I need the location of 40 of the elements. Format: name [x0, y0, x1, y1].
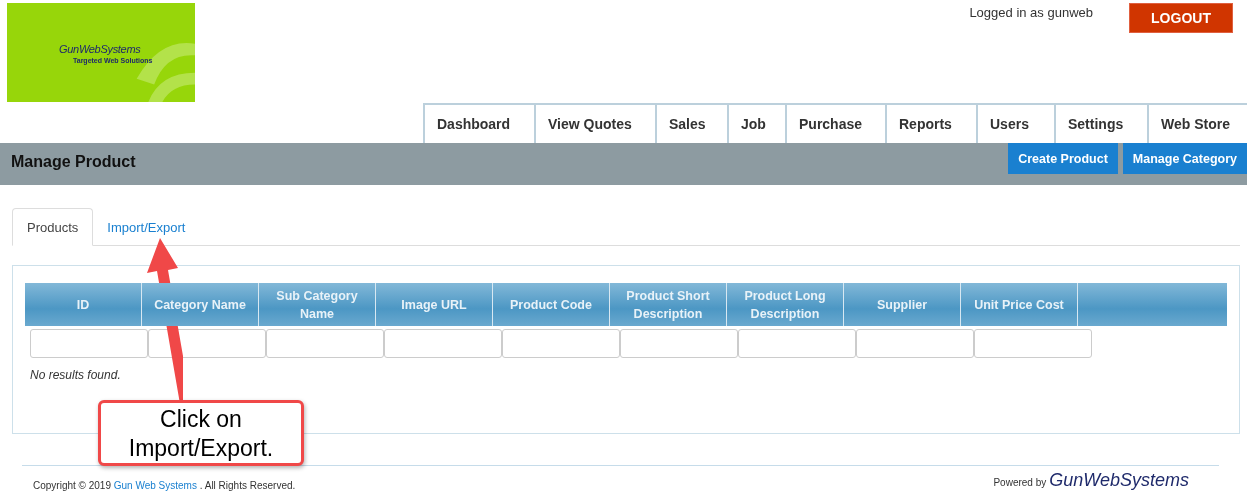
empty-message: No results found. — [30, 368, 122, 382]
column-header[interactable]: Unit Price Cost — [961, 283, 1078, 326]
filter-field[interactable] — [148, 329, 266, 358]
filter-field[interactable] — [974, 329, 1092, 358]
column-header[interactable]: ID — [25, 283, 142, 326]
filter-field[interactable] — [620, 329, 738, 358]
nav-tab[interactable]: Dashboard — [423, 103, 534, 143]
filter-field[interactable] — [502, 329, 620, 358]
logo-name: GunWebSystems — [59, 43, 141, 55]
column-header[interactable]: Product Long Description — [727, 283, 844, 326]
callout-box: Click on Import/Export. — [98, 400, 304, 466]
tab[interactable]: Import/Export — [93, 209, 200, 245]
login-status: Logged in as gunweb — [969, 5, 1093, 20]
nav-tab[interactable]: Reports — [885, 103, 976, 143]
nav-tab[interactable]: Sales — [655, 103, 727, 143]
column-header[interactable]: Supplier — [844, 283, 961, 326]
filter-field[interactable] — [384, 329, 502, 358]
filter-field[interactable] — [30, 329, 148, 358]
nav-tab[interactable]: Purchase — [785, 103, 885, 143]
action-button[interactable]: Manage Category — [1122, 143, 1247, 174]
filter-field[interactable] — [738, 329, 856, 358]
tab[interactable]: Products — [12, 208, 94, 246]
powered-logo: GunWebSystems — [1049, 469, 1189, 491]
nav-tab[interactable]: View Quotes — [534, 103, 655, 143]
page-title: Manage Product — [11, 153, 136, 171]
column-header[interactable]: Product Code — [493, 283, 610, 326]
filter-field[interactable] — [266, 329, 384, 358]
column-header[interactable]: Image URL — [376, 283, 493, 326]
column-header[interactable]: Sub Category Name — [259, 283, 376, 326]
action-button[interactable]: Create Product — [1008, 143, 1118, 174]
nav-tab[interactable]: Web Store — [1147, 103, 1247, 143]
nav-tab[interactable]: Job — [727, 103, 785, 143]
filter-field[interactable] — [856, 329, 974, 358]
company-link[interactable]: Gun Web Systems — [113, 480, 197, 491]
nav-tab[interactable]: Users — [976, 103, 1054, 143]
copyright-text: Copyright © 2019 Gun Web Systems . All Rights Reserved. — [33, 480, 296, 491]
column-header[interactable]: Product Short Description — [610, 283, 727, 326]
nav-tab[interactable]: Settings — [1054, 103, 1147, 143]
powered-by-label: Powered by — [993, 477, 1047, 488]
logout-button[interactable]: LOGOUT — [1129, 3, 1233, 33]
